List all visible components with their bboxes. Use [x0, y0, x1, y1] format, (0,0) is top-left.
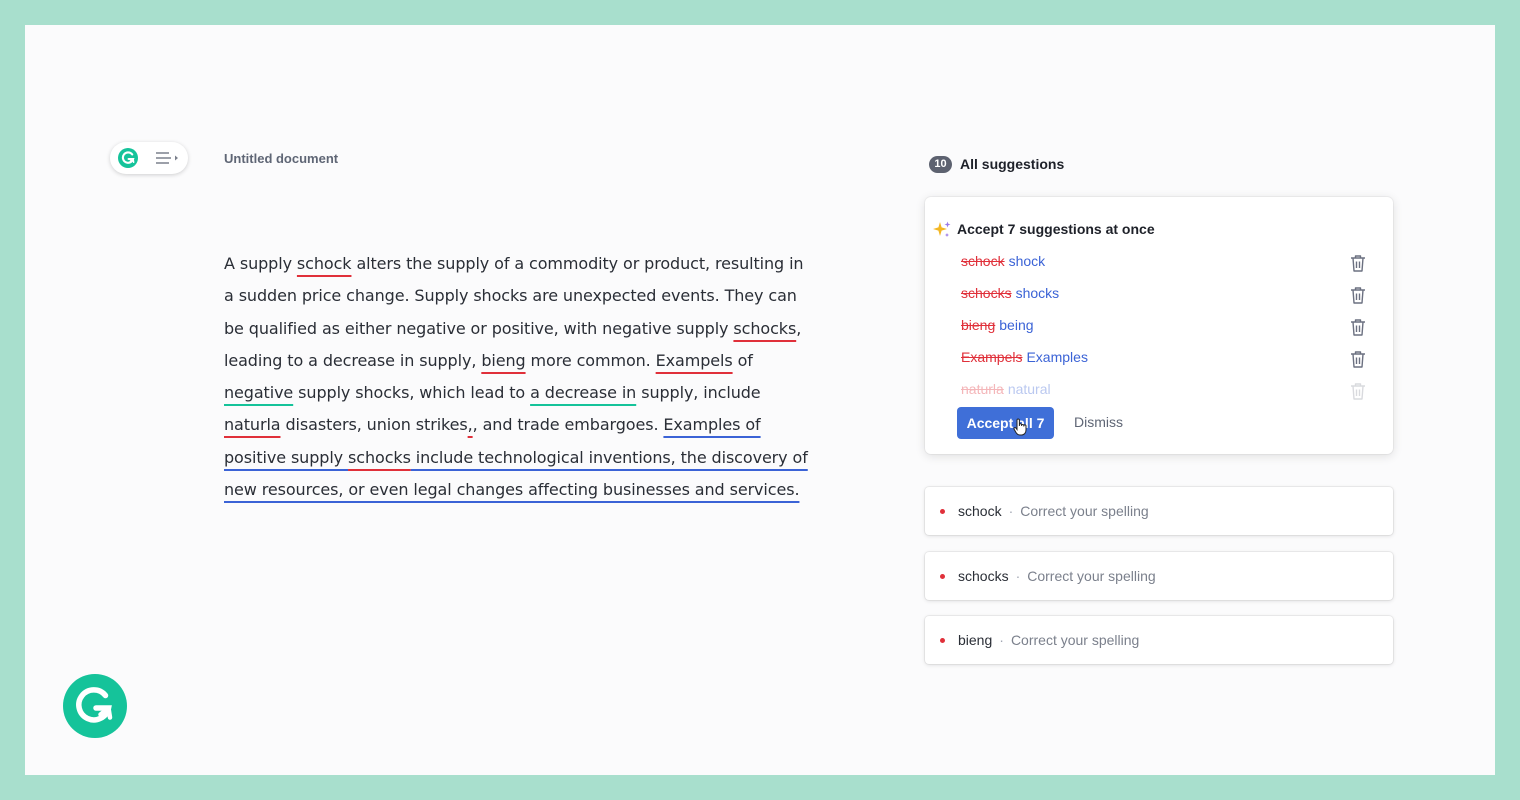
spelling-issue[interactable]: schocks [733, 319, 796, 338]
text-run: leading to a decrease in supply, [224, 350, 482, 370]
issue-hint: Correct your spelling [1010, 632, 1140, 648]
text-line[interactable]: positive supply schocks include technolo… [224, 442, 844, 474]
text-line[interactable]: negative supply shocks, which lead to a … [224, 377, 844, 409]
text-run: , [796, 318, 802, 338]
replacement-word: shocks [1015, 285, 1060, 301]
spelling-issue[interactable]: bieng [481, 351, 525, 370]
suggestion-row[interactable]: schocks shocks [961, 285, 1059, 305]
issue-card[interactable]: bieng · Correct your spelling [925, 616, 1393, 664]
clarity-issue[interactable]: negative [224, 383, 293, 402]
text-run: a sudden price change. Supply shocks are… [224, 286, 797, 306]
issue-separator: · [1008, 503, 1014, 519]
text-run: , and trade embargoes. [472, 415, 664, 435]
suggestion-row[interactable]: Exampels Examples [961, 349, 1088, 369]
grammarly-logo-icon[interactable] [63, 674, 127, 738]
text-line[interactable]: a sudden price change. Supply shocks are… [224, 280, 844, 312]
error-dot-icon [940, 638, 945, 643]
dismiss-button[interactable]: Dismiss [1074, 414, 1123, 430]
spelling-issue[interactable]: naturla [224, 415, 281, 434]
text-line[interactable]: be qualified as either negative or posit… [224, 313, 844, 345]
original-word: Exampels [961, 349, 1023, 365]
delivery-issue[interactable]: Examples of [663, 415, 760, 434]
text-run: be qualified as either negative or posit… [224, 318, 734, 338]
trash-icon[interactable] [1349, 381, 1367, 406]
issue-hint: Correct your spelling [1027, 568, 1156, 584]
issue-hint: Correct your spelling [1020, 503, 1149, 519]
issue-text: schock · Correct your spelling [958, 503, 1149, 519]
text-line[interactable]: new resources, or even legal changes aff… [224, 474, 844, 506]
trash-icon[interactable] [1349, 317, 1367, 342]
suggestion-row[interactable]: schock shock [961, 253, 1045, 273]
error-dot-icon [940, 574, 945, 579]
replacement-word: shock [1008, 253, 1046, 269]
suggestion-row[interactable]: naturla natural [961, 381, 1051, 401]
trash-icon[interactable] [1349, 349, 1367, 374]
text-line[interactable]: A supply schock alters the supply of a c… [224, 248, 844, 280]
issue-text: bieng · Correct your spelling [958, 632, 1139, 648]
issue-separator: · [1015, 568, 1021, 584]
all-suggestions-heading: All suggestions [960, 156, 1065, 172]
original-word: bieng [961, 317, 996, 333]
issue-separator: · [999, 632, 1004, 648]
original-word: schock [961, 253, 1005, 269]
original-word: schocks [961, 285, 1012, 301]
text-run: supply, include [636, 383, 761, 403]
hand-pointer-icon [1013, 418, 1027, 441]
text-run: disasters, union strikes [280, 415, 468, 435]
document-editor[interactable]: A supply schock alters the supply of a c… [224, 248, 844, 506]
text-run: A supply [224, 254, 297, 273]
issue-word: bieng [958, 632, 993, 648]
delivery-issue[interactable]: new resources, or even legal changes aff… [224, 480, 800, 499]
trash-icon[interactable] [1349, 253, 1367, 278]
spelling-issue[interactable]: schocks [348, 448, 411, 467]
error-dot-icon [940, 509, 945, 514]
replacement-word: Examples [1026, 349, 1088, 365]
text-line[interactable]: leading to a decrease in supply, bieng m… [224, 345, 844, 377]
grammarly-logo-icon[interactable] [118, 148, 138, 168]
bulk-accept-title: Accept 7 suggestions at once [957, 221, 1155, 237]
delivery-issue[interactable]: include technological inventions, the di… [411, 448, 808, 467]
issue-word: schock [958, 503, 1002, 519]
menu-lines-icon[interactable] [155, 151, 181, 170]
trash-icon[interactable] [1349, 285, 1367, 310]
original-word: naturla [961, 381, 1004, 397]
document-title[interactable]: Untitled document [224, 151, 338, 166]
issue-word: schocks [958, 568, 1009, 584]
spelling-issue[interactable]: schock [297, 254, 352, 273]
issue-card[interactable]: schock · Correct your spelling [925, 487, 1393, 535]
replacement-word: being [999, 317, 1034, 333]
bulk-accept-card: Accept 7 suggestions at once schock shock… [925, 197, 1393, 454]
sparkle-icon [932, 220, 952, 245]
suggestion-count-badge: 10 [929, 156, 952, 173]
app-canvas: Untitled document A supply schock alters… [25, 25, 1495, 775]
text-line[interactable]: naturla disasters, union strikes,, and t… [224, 409, 844, 441]
text-run: supply shocks, which lead to [293, 383, 531, 403]
issue-text: schocks · Correct your spelling [958, 568, 1156, 584]
accept-all-button[interactable]: Accept all 7 [957, 407, 1054, 439]
issue-card[interactable]: schocks · Correct your spelling [925, 552, 1393, 600]
text-run: alters the supply of a commodity or prod… [351, 254, 804, 273]
text-run: more common. [525, 350, 656, 370]
spelling-issue[interactable]: Exampels [656, 351, 733, 370]
suggestion-row[interactable]: bieng being [961, 317, 1034, 337]
replacement-word: natural [1007, 381, 1051, 397]
clarity-issue[interactable]: a decrease in [530, 383, 636, 402]
text-run: of [732, 350, 753, 370]
delivery-issue[interactable]: positive supply [224, 448, 348, 467]
editor-toolbar-pill[interactable] [110, 142, 188, 174]
